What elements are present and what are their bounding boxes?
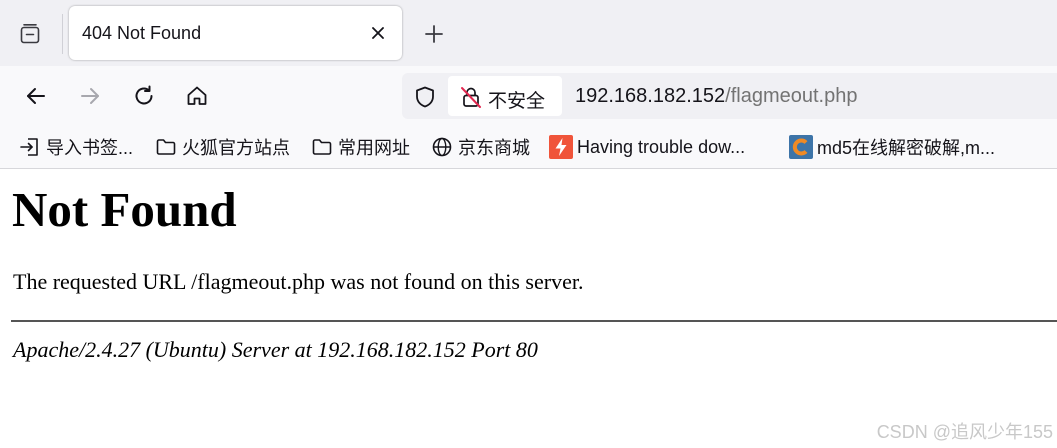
home-icon xyxy=(187,86,207,105)
folder-icon xyxy=(154,135,178,159)
bookmark-label: 导入书签... xyxy=(46,138,134,158)
bookmark-folder-firefox[interactable]: 火狐官方站点 xyxy=(154,134,290,160)
horizontal-rule xyxy=(11,320,1057,322)
arrow-left-icon xyxy=(27,88,45,104)
bookmark-label: 常用网址 xyxy=(338,138,410,158)
address-bar[interactable]: 不安全 192.168.182.152/flagmeout.php xyxy=(402,73,1057,119)
page-heading: Not Found xyxy=(12,182,237,237)
browser-window: 404 Not Found 不安全 192.168.182.152/flagme… xyxy=(0,0,1057,448)
reload-icon xyxy=(135,85,153,105)
reload-button[interactable] xyxy=(128,80,160,112)
bookmarks-toolbar: 导入书签... 火狐官方站点 常用网址 京东商城 Having trouble … xyxy=(0,126,1057,169)
tracking-protection-button[interactable] xyxy=(412,84,438,110)
new-tab-button[interactable] xyxy=(418,18,450,50)
tab-list-button[interactable] xyxy=(12,18,48,50)
insecure-lock-icon xyxy=(458,84,484,110)
md5-favicon xyxy=(789,135,813,159)
bookmark-md5[interactable]: md5在线解密破解,m... xyxy=(789,134,995,160)
tab-active[interactable]: 404 Not Found xyxy=(69,6,402,60)
bookmark-import[interactable]: 导入书签... xyxy=(18,134,133,160)
import-icon xyxy=(18,135,42,159)
site-security-button[interactable]: 不安全 xyxy=(448,76,562,116)
server-signature: Apache/2.4.27 (Ubuntu) Server at 192.168… xyxy=(13,337,538,362)
bookmark-label: md5在线解密破解,m... xyxy=(817,138,996,158)
bookmark-label: 火狐官方站点 xyxy=(182,138,290,158)
plus-icon xyxy=(425,25,443,43)
url-host: 192.168.182.152 xyxy=(575,85,726,107)
watermark: CSDN @追风少年155 xyxy=(876,422,1053,442)
home-button[interactable] xyxy=(181,80,213,112)
back-button[interactable] xyxy=(20,80,52,112)
arrow-right-icon xyxy=(81,88,99,104)
bookmark-label: 京东商城 xyxy=(458,138,530,158)
tab-title: 404 Not Found xyxy=(82,23,202,43)
tab-list-icon xyxy=(20,23,40,44)
globe-icon xyxy=(430,135,454,159)
shield-icon xyxy=(416,86,434,108)
bookmark-having-trouble[interactable]: Having trouble dow... xyxy=(549,134,745,160)
bookmark-jd[interactable]: 京东商城 xyxy=(430,134,530,160)
forward-button[interactable] xyxy=(74,80,106,112)
close-icon xyxy=(372,27,384,39)
bolt-favicon xyxy=(549,135,573,159)
tab-separator xyxy=(62,14,63,54)
url-text[interactable]: 192.168.182.152/flagmeout.php xyxy=(575,85,857,108)
page-content: Not Found The requested URL /flagmeout.p… xyxy=(0,169,1057,448)
folder-icon xyxy=(310,135,334,159)
tab-close-button[interactable] xyxy=(366,21,390,45)
bookmark-label: Having trouble dow... xyxy=(577,136,746,157)
bookmark-folder-common[interactable]: 常用网址 xyxy=(310,134,410,160)
tab-strip: 404 Not Found xyxy=(0,0,1057,66)
security-label: 不安全 xyxy=(488,91,546,112)
navigation-toolbar: 不安全 192.168.182.152/flagmeout.php xyxy=(0,66,1057,126)
url-path: /flagmeout.php xyxy=(725,85,858,107)
error-message: The requested URL /flagmeout.php was not… xyxy=(13,269,584,294)
